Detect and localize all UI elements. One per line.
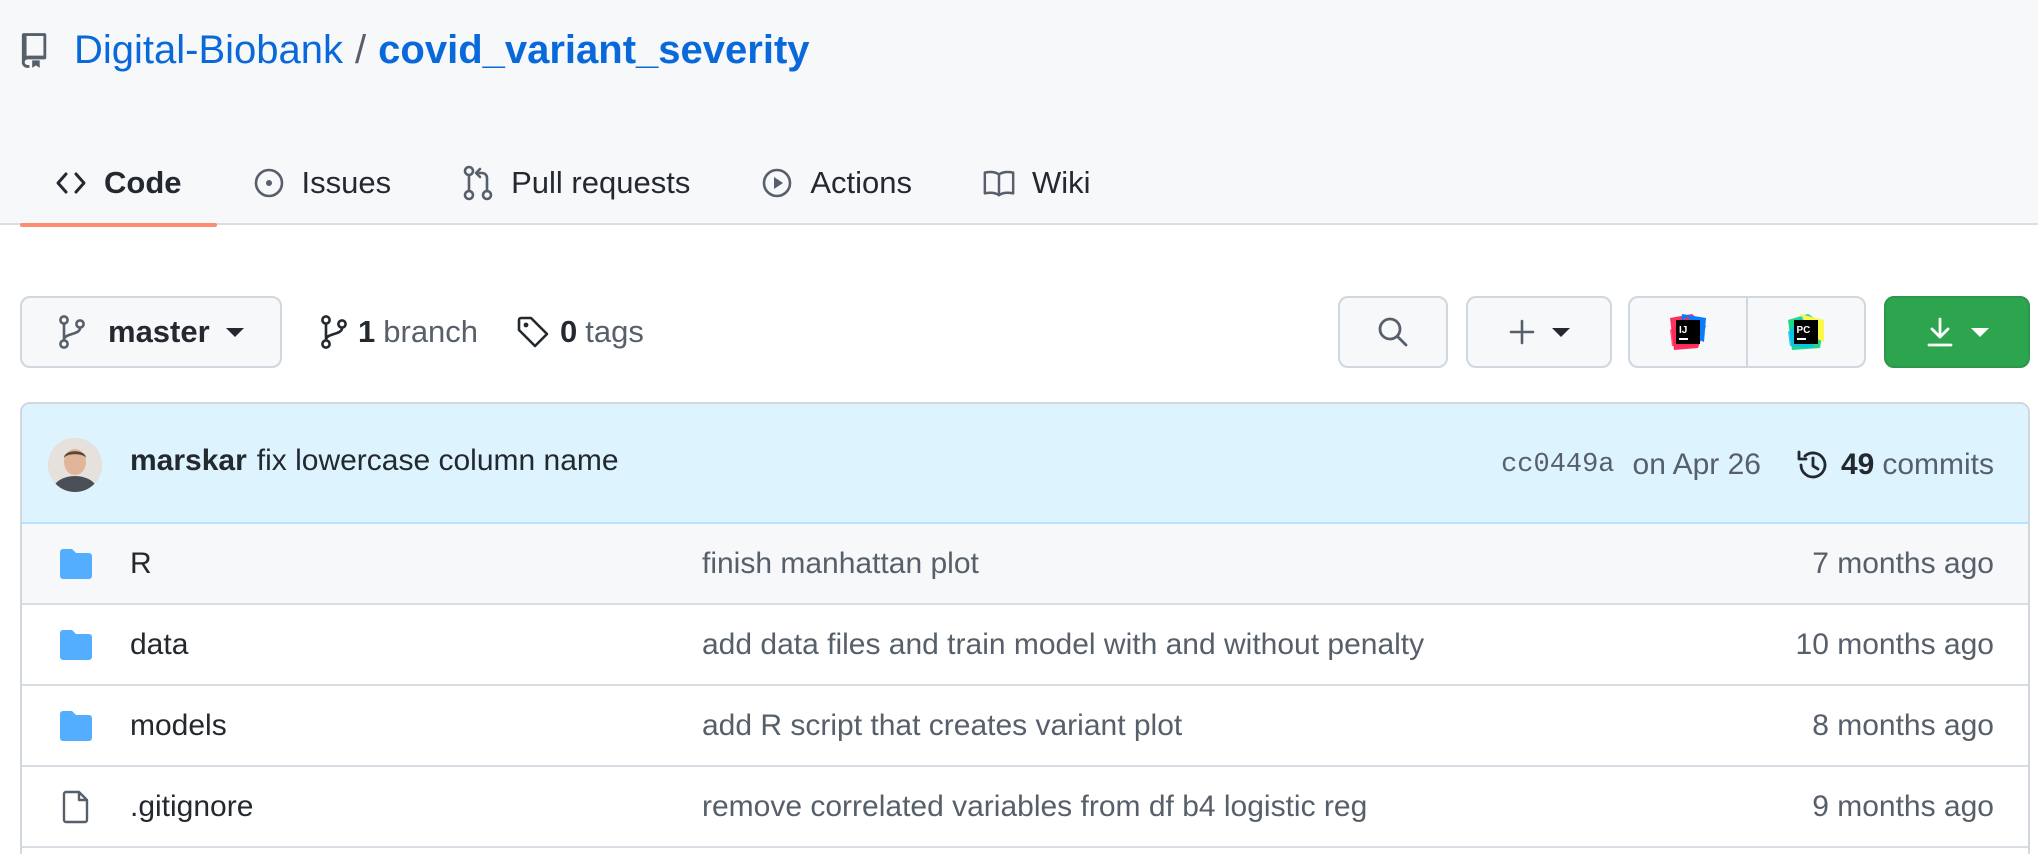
folder-icon: [60, 630, 92, 660]
git-pull-request-icon: [461, 165, 495, 200]
pycharm-icon-label: PC: [1797, 325, 1811, 336]
tab-issues-label: Issues: [301, 164, 392, 200]
code-download-button[interactable]: [1884, 296, 2030, 368]
file-name[interactable]: models: [130, 709, 227, 743]
file-icon: [62, 790, 89, 824]
file-name[interactable]: R: [130, 547, 152, 581]
tags-label: tags: [585, 314, 644, 349]
file-commit-message[interactable]: finish manhattan plot: [702, 547, 979, 581]
file-row: data add data files and train model with…: [22, 605, 2028, 686]
tab-wiki-label: Wiki: [1032, 164, 1091, 200]
file-row: R finish manhattan plot 7 months ago: [22, 524, 2028, 605]
branch-select-button[interactable]: master: [20, 296, 282, 368]
commits-count: 49: [1840, 448, 1875, 481]
open-in-pycharm-button[interactable]: PC: [1746, 298, 1864, 366]
file-commit-age: 7 months ago: [1812, 546, 1994, 580]
add-file-button[interactable]: [1466, 296, 1612, 368]
tab-actions-label: Actions: [810, 164, 912, 200]
tab-code[interactable]: Code: [20, 140, 217, 227]
folder-icon: [60, 549, 92, 579]
branches-count: 1: [358, 314, 376, 349]
tab-pull-requests[interactable]: Pull requests: [426, 140, 725, 225]
book-icon: [982, 166, 1016, 200]
commit-summary: marskar fix lowercase column name: [130, 444, 619, 478]
file-row: models add R script that creates variant…: [22, 686, 2028, 767]
tab-code-label: Code: [104, 164, 182, 200]
branches-link[interactable]: 1 branch: [320, 296, 478, 368]
commits-history-link[interactable]: 49 commits: [1795, 447, 1994, 483]
commit-sha[interactable]: cc0449a: [1501, 450, 1614, 480]
file-navigation-toolbar: master 1 branch 0 tags IJ PC: [20, 296, 2030, 368]
chevron-down-icon: [225, 327, 244, 337]
file-commit-message[interactable]: add data files and train model with and …: [702, 628, 1424, 662]
tab-actions[interactable]: Actions: [725, 140, 947, 225]
tags-count: 0: [560, 314, 578, 349]
play-icon: [760, 166, 794, 200]
repo-header: Digital-Biobank / covid_variant_severity…: [0, 0, 2038, 227]
git-branch-icon: [321, 315, 347, 349]
chevron-down-icon: [1552, 327, 1570, 337]
repo-icon: [20, 30, 56, 70]
open-in-intellij-button[interactable]: IJ: [1630, 298, 1746, 366]
plus-icon: [1509, 319, 1535, 345]
commit-message[interactable]: fix lowercase column name: [257, 444, 619, 477]
file-commit-age: 10 months ago: [1795, 627, 1994, 661]
repo-nav-tabs: Code Issues Pull requests Actions Wiki: [20, 140, 1126, 227]
tag-icon: [517, 316, 549, 348]
commit-date: on Apr 26: [1632, 448, 1761, 481]
intellij-icon: IJ: [1670, 314, 1706, 350]
repo-name-link[interactable]: covid_variant_severity: [378, 28, 809, 73]
commits-label: commits: [1882, 448, 1994, 481]
repo-title: Digital-Biobank / covid_variant_severity: [20, 22, 810, 78]
file-commit-message[interactable]: remove correlated variables from df b4 l…: [702, 790, 1367, 824]
git-branch-icon: [58, 315, 88, 349]
file-list: marskar fix lowercase column name cc0449a…: [20, 402, 2030, 854]
code-icon: [54, 166, 88, 200]
tab-wiki[interactable]: Wiki: [947, 140, 1126, 225]
branch-name: master: [108, 314, 210, 349]
file-name[interactable]: .gitignore: [130, 790, 253, 824]
commit-meta: cc0449a on Apr 26 49 commits: [1501, 440, 1994, 490]
file-commit-message[interactable]: add R script that creates variant plot: [702, 709, 1182, 743]
tags-link[interactable]: 0 tags: [516, 296, 644, 368]
search-icon: [1378, 317, 1408, 347]
chevron-down-icon: [1971, 327, 1989, 337]
repo-owner-link[interactable]: Digital-Biobank: [74, 28, 343, 73]
intellij-icon-label: IJ: [1679, 325, 1687, 336]
tab-pull-requests-label: Pull requests: [511, 164, 691, 200]
go-to-file-search-button[interactable]: [1338, 296, 1448, 368]
avatar[interactable]: [48, 438, 102, 492]
file-name[interactable]: data: [130, 628, 188, 662]
commit-author[interactable]: marskar: [130, 444, 247, 477]
tab-issues[interactable]: Issues: [217, 140, 427, 225]
branches-label: branch: [383, 314, 479, 349]
file-commit-age: 8 months ago: [1812, 708, 1994, 742]
file-row: .gitignore remove correlated variables f…: [22, 767, 2028, 848]
issue-opened-icon: [252, 166, 286, 200]
download-icon: [1927, 317, 1953, 347]
file-commit-age: 9 months ago: [1812, 789, 1994, 823]
latest-commit-bar: marskar fix lowercase column name cc0449a…: [22, 404, 2028, 524]
open-in-ide-group: IJ PC: [1628, 296, 1866, 368]
repo-path-separator: /: [355, 27, 367, 72]
folder-icon: [60, 711, 92, 741]
history-icon: [1797, 450, 1827, 479]
pycharm-icon: PC: [1788, 314, 1824, 350]
